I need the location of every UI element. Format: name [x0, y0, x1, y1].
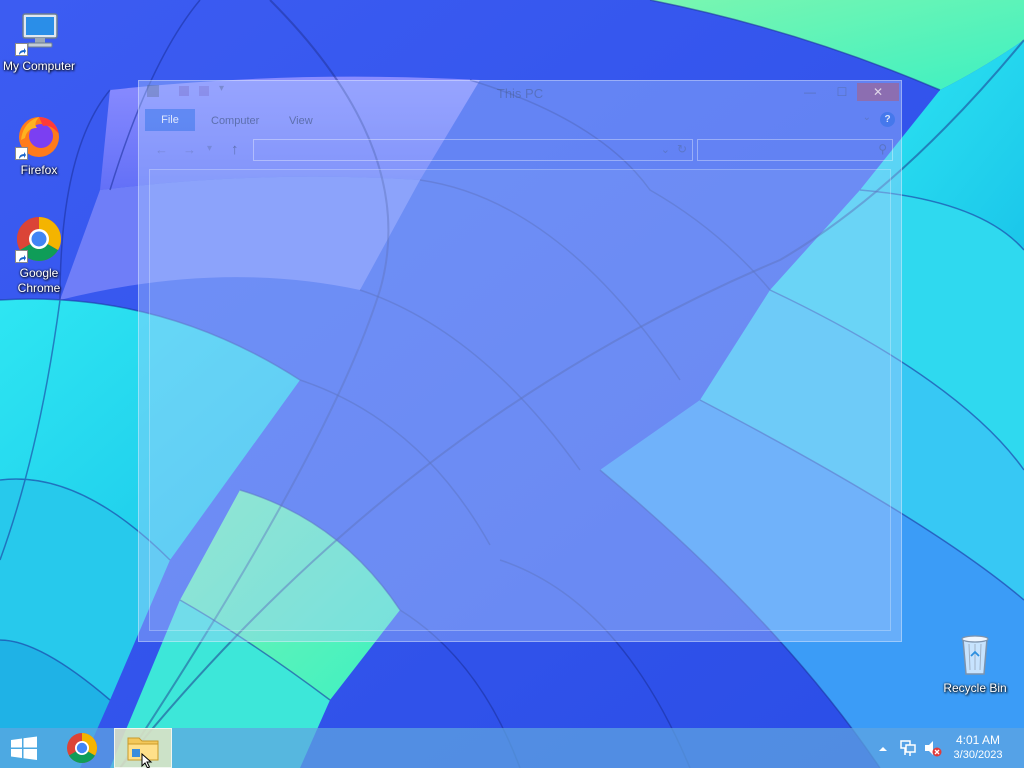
search-box[interactable]: ⚲	[697, 139, 893, 161]
desktop-icon-label: Recycle Bin	[943, 681, 1007, 695]
desktop[interactable]: My Computer Firefox Google Chrome Recycl…	[0, 0, 1024, 768]
chevron-up-icon	[879, 747, 887, 751]
show-hidden-icons-button[interactable]	[874, 728, 892, 768]
chrome-icon	[15, 215, 63, 263]
taskbar[interactable]: 4:01 AM 3/30/2023	[0, 728, 1024, 768]
explorer-window-ghost: ▾ This PC — ☐ ✕ File Computer View ⌄ ? ←…	[138, 80, 902, 642]
desktop-icon-label: Firefox	[20, 163, 58, 177]
taskbar-clock[interactable]: 4:01 AM 3/30/2023	[948, 733, 1008, 763]
maximize-button[interactable]: ☐	[831, 83, 853, 101]
taskbar-file-explorer-button[interactable]	[114, 728, 172, 768]
tab-view[interactable]: View	[289, 109, 313, 131]
volume-muted-icon	[925, 741, 942, 757]
tab-computer[interactable]: Computer	[211, 109, 259, 131]
desktop-icon-recycle-bin[interactable]: Recycle Bin	[937, 630, 1013, 696]
clock-date: 3/30/2023	[953, 749, 1003, 761]
computer-icon	[15, 8, 63, 56]
desktop-icon-label: Google Chrome	[17, 266, 61, 295]
window-titlebar[interactable]: ▾ This PC — ☐ ✕	[139, 81, 901, 103]
taskbar-chrome-button[interactable]	[56, 728, 108, 768]
system-tray: 4:01 AM 3/30/2023	[864, 728, 1024, 768]
network-tray-button[interactable]	[898, 728, 918, 768]
network-icon	[900, 740, 916, 756]
back-icon[interactable]: ←	[155, 142, 168, 157]
ribbon-tabs: File Computer View ⌄ ?	[145, 109, 895, 131]
address-row: ← → ▾ ↑ ⌄ ↻ ⚲	[145, 139, 895, 163]
clock-time: 4:01 AM	[955, 733, 1001, 747]
desktop-icon-google-chrome[interactable]: Google Chrome	[1, 215, 77, 296]
start-button[interactable]	[0, 728, 48, 768]
search-icon: ⚲	[878, 142, 887, 156]
tab-file[interactable]: File	[145, 109, 195, 131]
ribbon-expand-icon[interactable]: ⌄	[863, 112, 871, 123]
address-bar[interactable]: ⌄ ↻	[253, 139, 693, 161]
up-arrow-icon[interactable]: ↑	[231, 141, 239, 158]
address-dropdown-icon[interactable]: ⌄	[661, 143, 670, 156]
recycle-bin-icon	[951, 630, 999, 678]
refresh-icon[interactable]: ↻	[677, 142, 687, 156]
mouse-cursor-icon	[141, 753, 153, 768]
desktop-icon-firefox[interactable]: Firefox	[1, 112, 77, 178]
shortcut-arrow-icon	[15, 43, 28, 56]
minimize-button[interactable]: —	[799, 83, 821, 101]
shortcut-arrow-icon	[15, 147, 28, 160]
desktop-icon-my-computer[interactable]: My Computer	[1, 8, 77, 74]
recent-locations-icon[interactable]: ▾	[207, 143, 212, 154]
window-content-area[interactable]	[149, 169, 891, 631]
windows-logo-icon	[11, 736, 37, 760]
volume-tray-button[interactable]	[922, 728, 942, 768]
window-title: This PC	[496, 86, 544, 101]
shortcut-arrow-icon	[15, 250, 28, 263]
firefox-icon	[15, 112, 63, 160]
help-icon[interactable]: ?	[880, 112, 895, 127]
forward-icon[interactable]: →	[183, 142, 196, 157]
desktop-icon-label: My Computer	[2, 59, 76, 73]
close-button[interactable]: ✕	[857, 83, 899, 101]
chrome-icon	[67, 733, 98, 764]
